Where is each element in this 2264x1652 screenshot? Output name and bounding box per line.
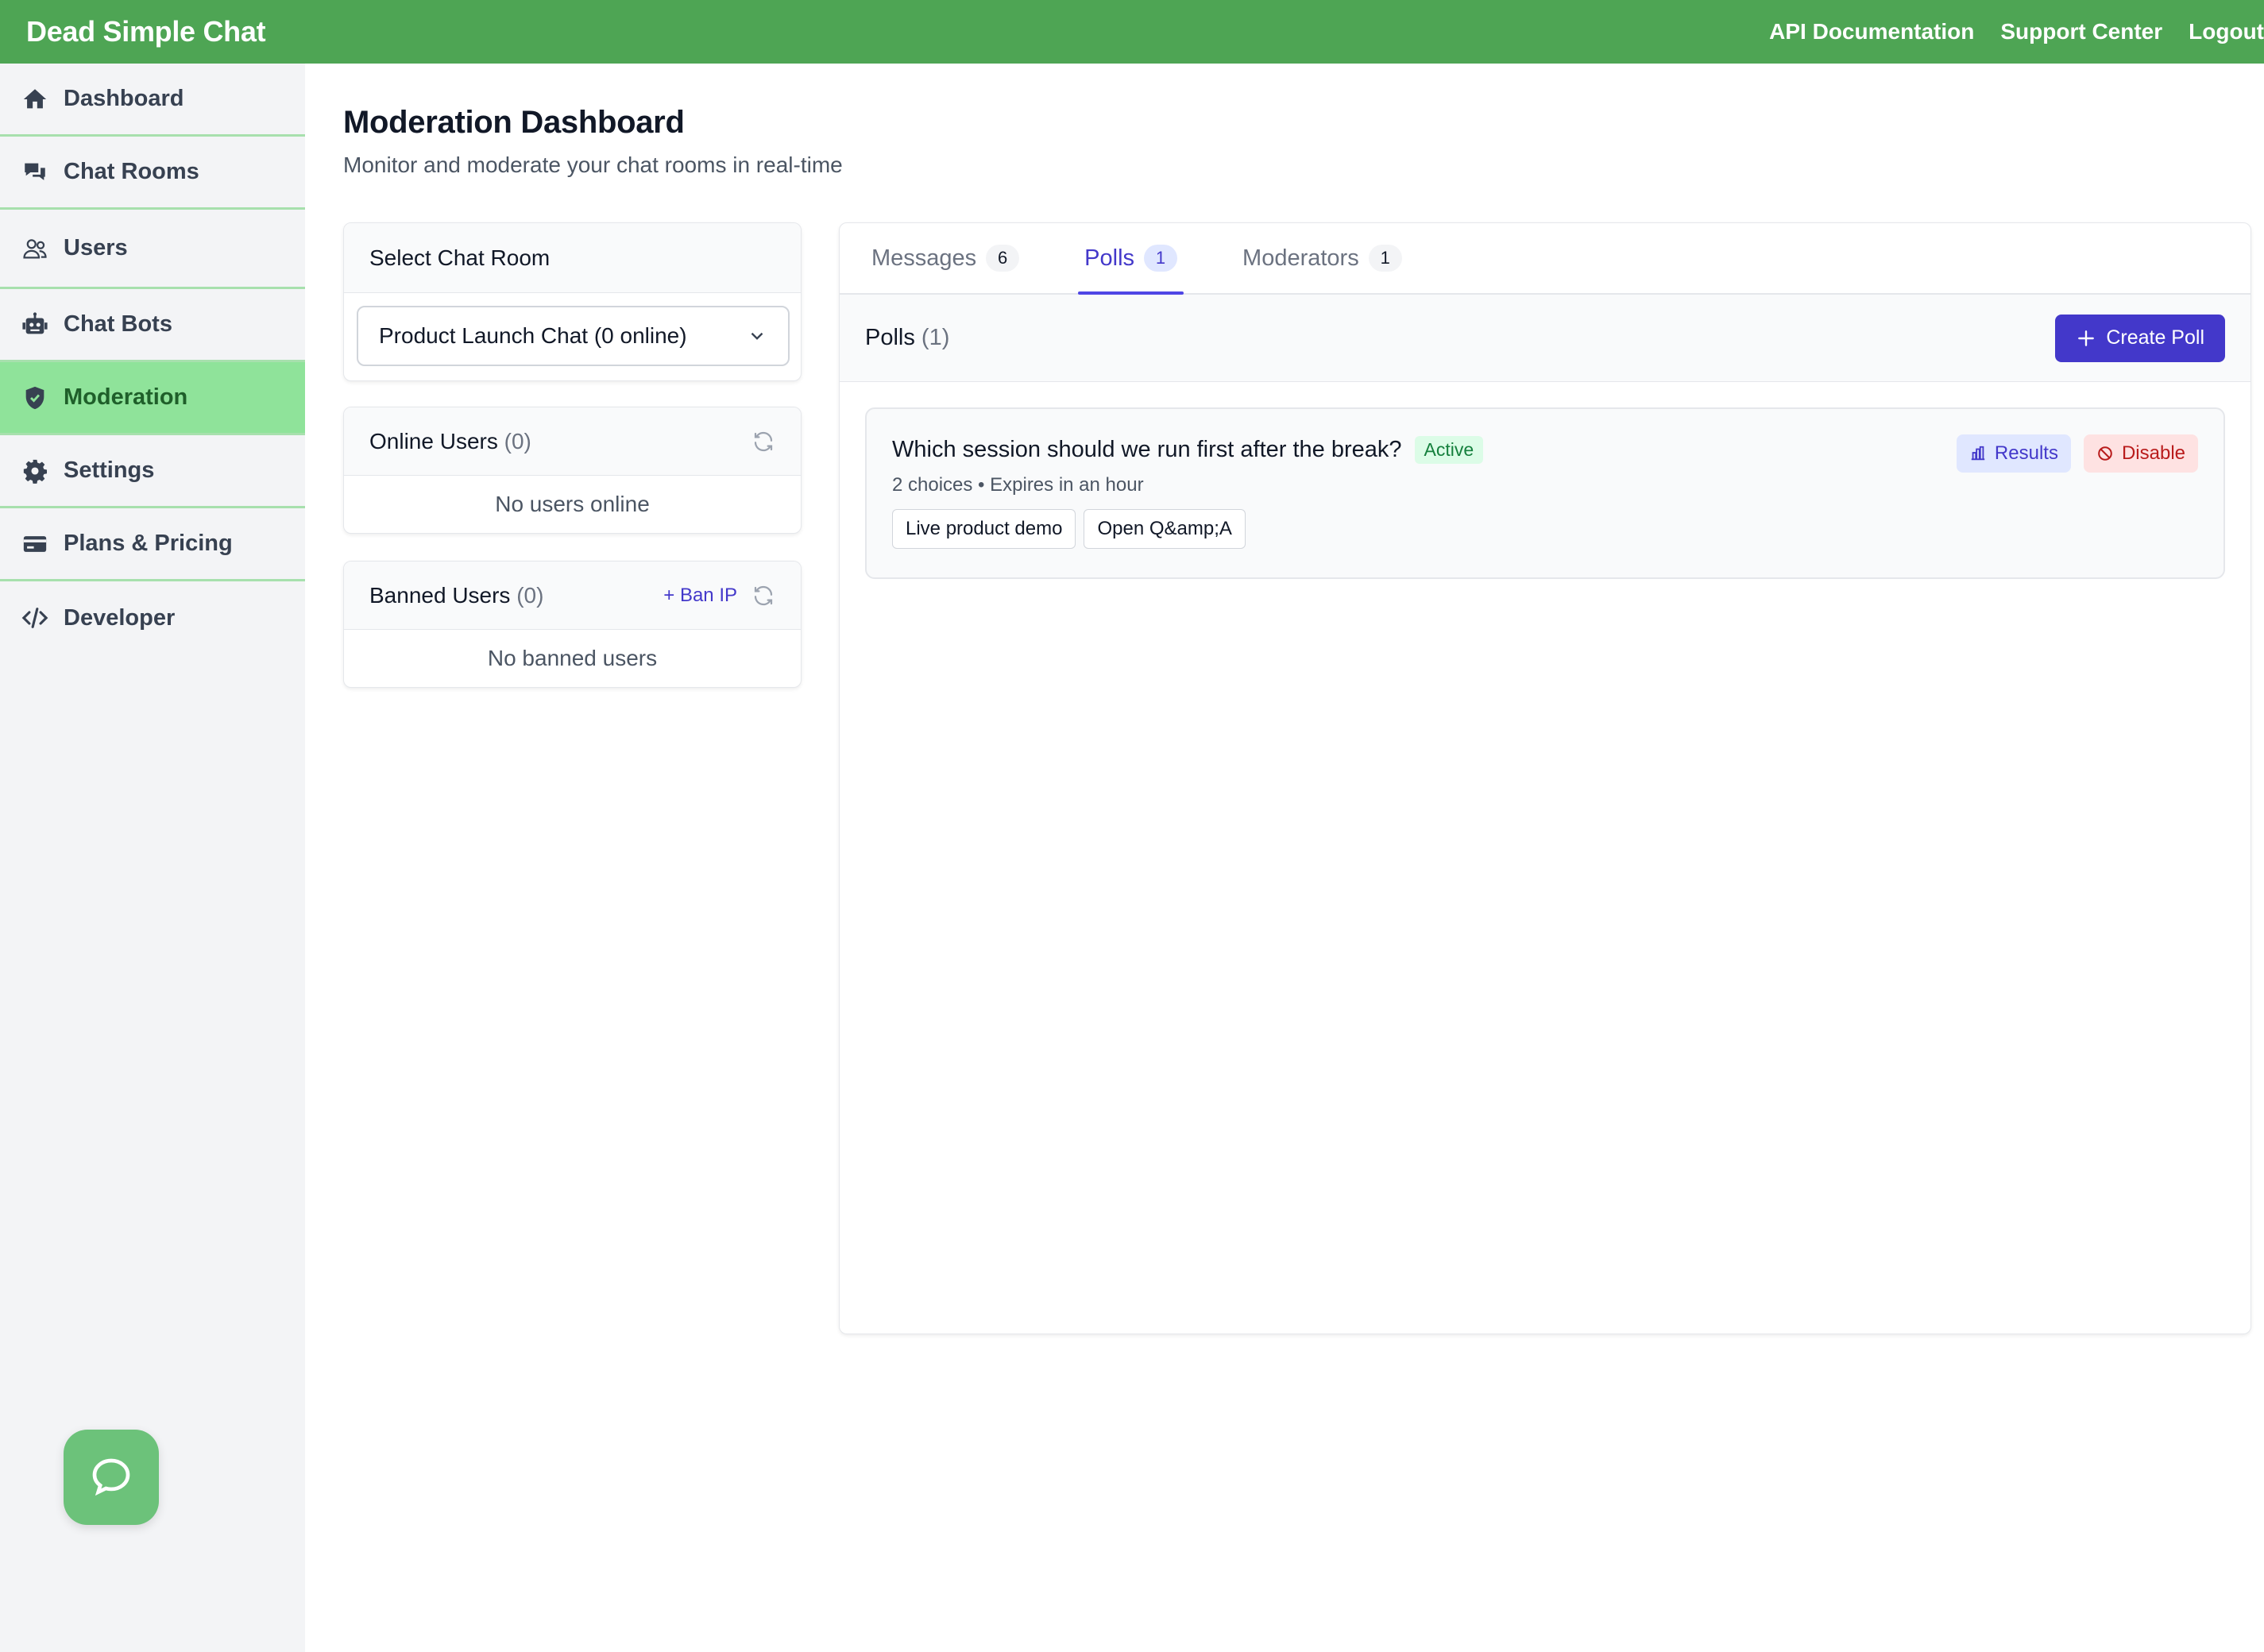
code-icon: [21, 604, 49, 632]
ban-icon: [2098, 446, 2112, 461]
polls-title: Polls (1): [865, 325, 949, 351]
ban-ip-button[interactable]: + Ban IP: [663, 585, 737, 607]
chat-rooms-icon: [21, 158, 49, 187]
banned-users-card: Banned Users (0) + Ban IP No banned user…: [343, 561, 802, 688]
poll-question: Which session should we run first after …: [892, 437, 1402, 462]
tab-count-badge: 1: [1144, 245, 1178, 272]
tab-bar: Messages 6 Polls 1 Moderators 1: [840, 223, 2250, 295]
moderation-panel: Messages 6 Polls 1 Moderators 1 Polls (1…: [839, 222, 2251, 1334]
chat-room-select[interactable]: Product Launch Chat (0 online): [357, 306, 790, 366]
help-chat-button[interactable]: [64, 1430, 159, 1525]
tab-label: Moderators: [1242, 245, 1359, 271]
sidebar-item-users[interactable]: Users: [0, 210, 305, 289]
sidebar-item-label: Moderation: [64, 384, 188, 410]
create-poll-button[interactable]: Create Poll: [2055, 314, 2225, 362]
card-header: Online Users (0): [344, 407, 801, 476]
top-nav: API Documentation Support Center Logout: [1769, 0, 2264, 64]
support-center-link[interactable]: Support Center: [2000, 19, 2162, 44]
polls-count: (1): [921, 325, 950, 350]
api-documentation-link[interactable]: API Documentation: [1769, 19, 1974, 44]
sidebar-item-developer[interactable]: Developer: [0, 581, 305, 654]
select-chat-room-title: Select Chat Room: [369, 245, 551, 270]
refresh-icon[interactable]: [751, 430, 775, 454]
sidebar-item-settings[interactable]: Settings: [0, 435, 305, 508]
status-badge: Active: [1414, 436, 1484, 464]
tab-moderators[interactable]: Moderators 1: [1236, 223, 1408, 293]
poll-choices: Live product demo Open Q&amp;A: [892, 509, 1254, 549]
poll-disable-button[interactable]: Disable: [2083, 434, 2198, 473]
sidebar-item-chat-rooms[interactable]: Chat Rooms: [0, 137, 305, 210]
page-title: Moderation Dashboard: [343, 105, 685, 140]
bar-chart-icon: [1971, 446, 1985, 461]
refresh-icon[interactable]: [751, 584, 775, 608]
tab-label: Polls: [1084, 245, 1135, 271]
tab-messages[interactable]: Messages 6: [865, 223, 1026, 293]
sidebar-item-moderation[interactable]: Moderation: [0, 362, 305, 435]
main-content: Moderation Dashboard Monitor and moderat…: [305, 64, 2264, 1652]
brand-logo[interactable]: Dead Simple Chat: [26, 15, 266, 48]
sidebar-item-dashboard[interactable]: Dashboard: [0, 64, 305, 137]
page-subtitle: Monitor and moderate your chat rooms in …: [343, 152, 843, 177]
sidebar-item-label: Developer: [64, 604, 176, 631]
select-chat-room-card: Select Chat Room Product Launch Chat (0 …: [343, 222, 802, 381]
poll-question-row: Which session should we run first after …: [892, 436, 1484, 464]
poll-choice: Live product demo: [892, 509, 1076, 549]
gear-icon: [21, 457, 49, 485]
shield-icon: [21, 384, 49, 412]
card-header: Select Chat Room: [344, 223, 801, 293]
poll-actions: Results Disable: [1944, 434, 2198, 473]
sidebar-item-plans-pricing[interactable]: Plans & Pricing: [0, 508, 305, 581]
banned-users-label: Banned Users: [369, 582, 511, 608]
banned-users-title: Banned Users (0): [369, 583, 543, 608]
online-users-empty: No users online: [495, 492, 650, 516]
online-users-title: Online Users (0): [369, 429, 531, 454]
poll-results-button[interactable]: Results: [1956, 434, 2071, 473]
online-users-count: (0): [504, 428, 531, 454]
tab-count-badge: 1: [1368, 245, 1402, 272]
tab-count-badge: 6: [986, 245, 1020, 272]
poll-meta: 2 choices • Expires in an hour: [892, 474, 1144, 496]
sidebar-item-label: Plans & Pricing: [64, 531, 233, 556]
banned-users-actions: + Ban IP: [663, 584, 775, 608]
poll-results-label: Results: [1994, 442, 2058, 464]
home-icon: [21, 85, 49, 114]
banned-users-count: (0): [516, 582, 544, 608]
sidebar-item-chat-bots[interactable]: Chat Bots: [0, 289, 305, 362]
sidebar-item-label: Settings: [64, 457, 155, 483]
tab-label: Messages: [871, 245, 977, 271]
chat-room-selected-value: Product Launch Chat (0 online): [379, 323, 687, 348]
tab-polls[interactable]: Polls 1: [1078, 223, 1184, 295]
sidebar-item-label: Dashboard: [64, 86, 184, 111]
plus-icon: [2078, 330, 2095, 346]
users-icon: [21, 234, 49, 263]
online-users-card: Online Users (0) No users online: [343, 407, 802, 534]
credit-card-icon: [21, 530, 49, 558]
online-users-label: Online Users: [369, 428, 498, 454]
chevron-down-icon: [751, 332, 763, 340]
top-bar: Dead Simple Chat API Documentation Suppo…: [0, 0, 2264, 64]
poll-disable-label: Disable: [2121, 442, 2185, 464]
sidebar-item-label: Users: [64, 235, 128, 261]
chat-bubble-icon: [92, 1458, 130, 1496]
create-poll-label: Create Poll: [2106, 326, 2204, 349]
sidebar-item-label: Chat Rooms: [64, 159, 199, 184]
poll-card: Which session should we run first after …: [865, 407, 2225, 579]
card-header: Banned Users (0) + Ban IP: [344, 562, 801, 630]
poll-choice: Open Q&amp;A: [1084, 509, 1246, 549]
robot-icon: [21, 311, 49, 339]
logout-link[interactable]: Logout: [2189, 19, 2264, 44]
polls-header: Polls (1) Create Poll: [840, 295, 2250, 382]
sidebar-item-label: Chat Bots: [64, 311, 172, 337]
sidebar: Dashboard Chat Rooms Users Chat Bots Mod…: [0, 64, 305, 1652]
banned-users-empty: No banned users: [487, 646, 658, 670]
polls-label: Polls: [865, 325, 915, 350]
